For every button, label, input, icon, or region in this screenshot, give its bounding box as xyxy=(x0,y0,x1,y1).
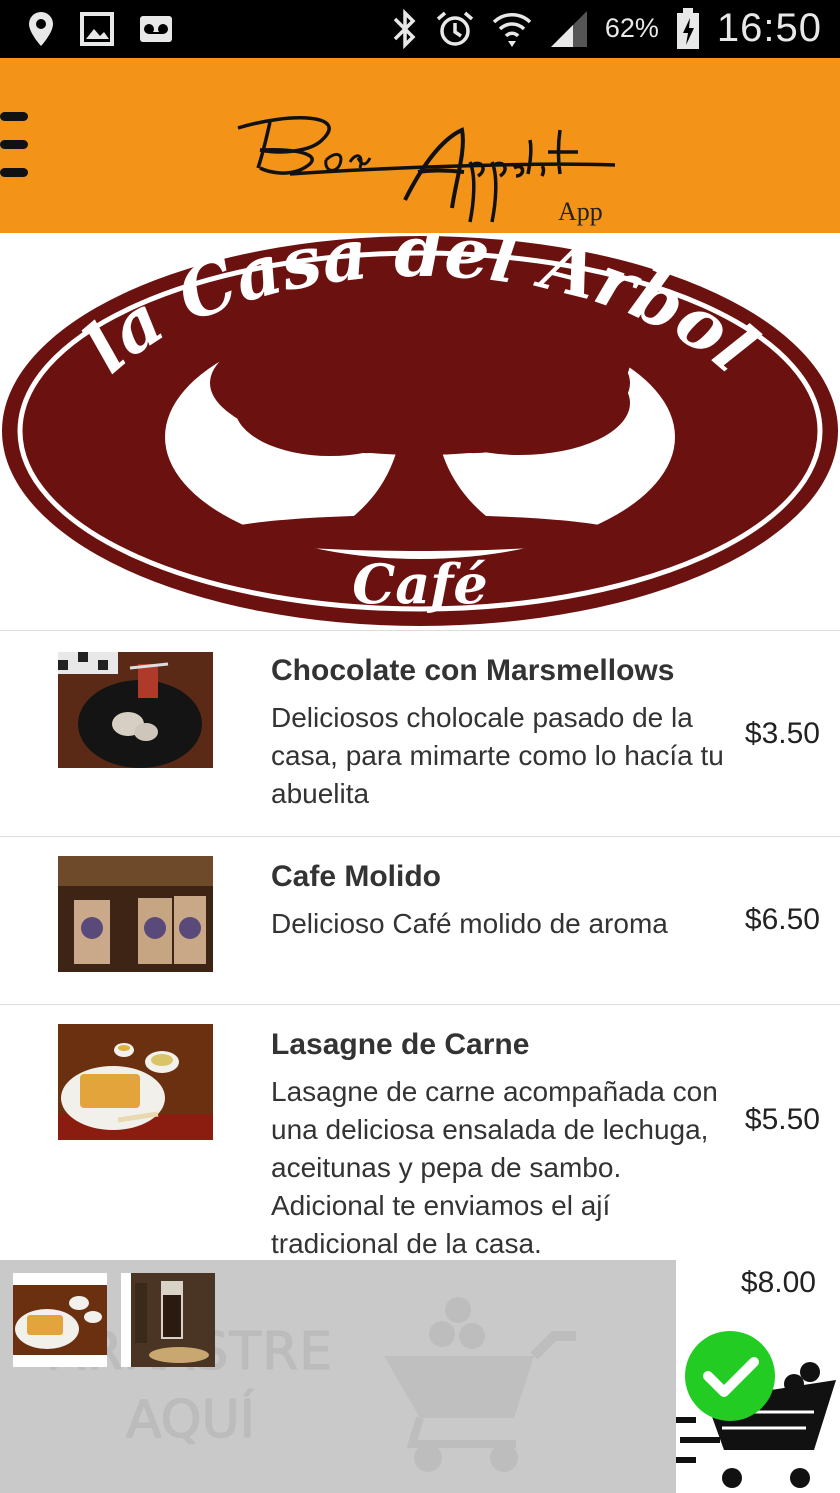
dropped-item-thumbnail[interactable] xyxy=(13,1273,107,1367)
voicemail-icon xyxy=(140,16,172,42)
alarm-icon xyxy=(436,11,473,46)
drop-hint-text: AQUÍ xyxy=(126,1390,255,1450)
wifi-icon xyxy=(492,12,532,47)
menu-item-description: Lasagne de carne acompañada con una deli… xyxy=(271,1076,718,1259)
menu-item-photo xyxy=(58,652,213,768)
status-bar: 62% 16:50 xyxy=(0,0,840,58)
signal-icon xyxy=(550,10,587,47)
menu-item-name: Cafe Molido xyxy=(271,860,441,893)
dropped-item-thumbnail[interactable] xyxy=(121,1273,215,1367)
bon-appetit-logo: App xyxy=(237,116,616,226)
clock: 16:50 xyxy=(716,6,822,50)
menu-item-name: Chocolate con Marsmellows xyxy=(271,654,675,687)
confirm-cart-button[interactable] xyxy=(676,1320,840,1493)
menu-item-price: $8.00 xyxy=(740,1266,816,1299)
battery-charging-icon xyxy=(676,7,699,49)
restaurant-banner: la Casa del Arbol Café xyxy=(0,233,840,630)
menu-item-description: Deliciosos cholocale pasado de la casa, … xyxy=(271,702,724,809)
menu-item-price: $3.50 xyxy=(744,717,820,750)
battery-percent: 62% xyxy=(604,13,659,43)
cart-drop-zone[interactable]: ARRASTRE AQUÍ xyxy=(0,1260,676,1493)
app-bar: App xyxy=(0,58,840,233)
menu-item-photo xyxy=(58,856,213,972)
hamburger-menu-icon[interactable] xyxy=(0,112,30,182)
menu-item-price: $6.50 xyxy=(744,903,820,936)
cart-watermark-icon xyxy=(384,1297,576,1472)
menu-item-photo xyxy=(58,1024,213,1140)
menu-item-name: Lasagne de Carne xyxy=(271,1028,530,1061)
location-icon xyxy=(29,12,53,46)
restaurant-subtitle: Café xyxy=(352,552,488,616)
check-icon xyxy=(685,1331,775,1421)
bluetooth-icon xyxy=(393,8,416,49)
menu-item-description: Delicioso Café molido de aroma xyxy=(271,908,668,939)
menu-item-price: $5.50 xyxy=(744,1103,820,1136)
menu-item-row[interactable]: Chocolate con Marsmellows Deliciosos cho… xyxy=(0,630,840,836)
svg-text:App: App xyxy=(558,197,603,226)
menu-item-row[interactable]: Cafe Molido Delicioso Café molido de aro… xyxy=(0,836,840,1004)
gallery-icon xyxy=(80,12,114,46)
menu-list: Chocolate con Marsmellows Deliciosos cho… xyxy=(0,630,840,1305)
